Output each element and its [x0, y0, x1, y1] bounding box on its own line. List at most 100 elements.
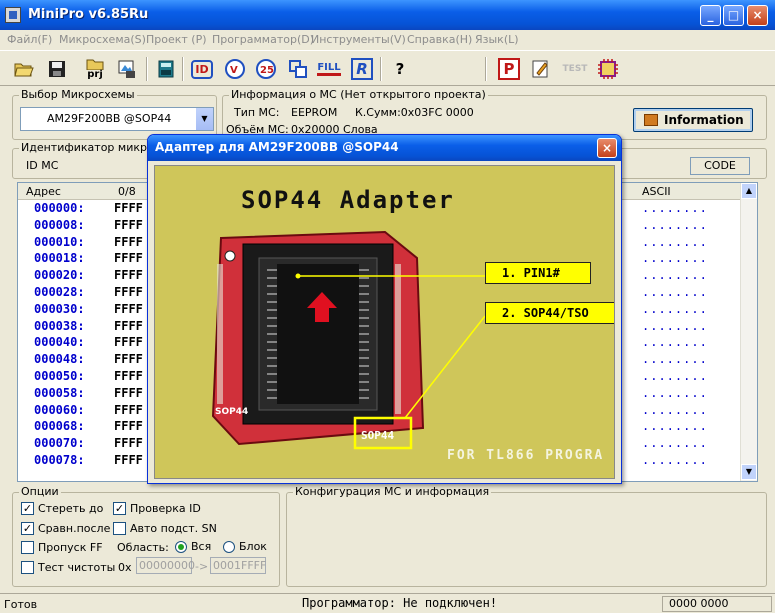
- test-icon[interactable]: TEST: [562, 56, 588, 82]
- status-counter: 0000 0000: [662, 596, 772, 612]
- open-folder-icon[interactable]: [11, 56, 37, 82]
- erase-option[interactable]: ✓ Стереть до: [21, 502, 103, 515]
- chip-info-legend: Информация о МС (Нет открытого проекта): [229, 88, 488, 101]
- chip-icon[interactable]: [595, 56, 621, 82]
- compare-label: Сравн.после: [38, 522, 111, 535]
- help-icon[interactable]: ?: [387, 56, 413, 82]
- read-id-icon[interactable]: ID: [189, 56, 215, 82]
- region-block-option[interactable]: Блок: [223, 540, 267, 553]
- config-group: Конфигурация МС и информация: [286, 485, 767, 587]
- hex-ascii: ........: [642, 318, 708, 333]
- hex-data: FFFF: [114, 402, 143, 417]
- status-ready: Готов: [4, 598, 38, 611]
- compare-checkbox[interactable]: ✓: [21, 522, 34, 535]
- hex-addr: 000000:: [34, 201, 85, 215]
- vertical-scrollbar[interactable]: ▲ ▼: [740, 183, 757, 481]
- menu-help[interactable]: Справка(H): [407, 33, 472, 46]
- save-project-icon[interactable]: [114, 56, 140, 82]
- address-from-input[interactable]: 00000000: [136, 557, 195, 574]
- skip-ff-checkbox[interactable]: [21, 541, 34, 554]
- hex-ascii: ........: [642, 436, 708, 451]
- chip-icon: [644, 114, 658, 126]
- hex-addr: 000070:: [34, 436, 85, 451]
- col-first: 0/8: [118, 185, 136, 198]
- maximize-button[interactable]: □: [723, 5, 744, 26]
- col-address: Адрес: [26, 185, 61, 198]
- save-icon[interactable]: [44, 56, 70, 82]
- hex-ascii: ........: [642, 234, 708, 249]
- blank-check-label: Тест чистоты: [38, 561, 116, 574]
- fill-icon[interactable]: FILL: [316, 56, 342, 82]
- hex-addr: 000018:: [34, 251, 85, 266]
- region-all-radio[interactable]: [175, 540, 187, 553]
- hex-ascii: ........: [642, 368, 708, 383]
- hex-data: FFFF: [114, 251, 143, 266]
- blank-check-icon[interactable]: 25: [253, 56, 279, 82]
- dialog-title: Адаптер для AM29F200BB @SOP44: [155, 140, 399, 154]
- minimize-button[interactable]: _: [700, 5, 721, 26]
- register-icon[interactable]: R: [349, 56, 375, 82]
- region-all-option[interactable]: Вся: [175, 540, 211, 553]
- chip-type-value: EEPROM: [291, 106, 338, 119]
- verify-id-checkbox[interactable]: ✓: [113, 502, 126, 515]
- hex-data: FFFF: [114, 318, 143, 333]
- hex-data: FFFF: [114, 234, 143, 249]
- chip-select-combo[interactable]: AM29F200BB @SOP44 ▼: [20, 107, 214, 131]
- col-ascii: ASCII: [642, 185, 671, 198]
- address-to-input[interactable]: 0001FFFF: [210, 557, 266, 574]
- hex-addr: 000060:: [34, 402, 85, 417]
- auto-sn-checkbox[interactable]: [113, 522, 126, 535]
- menu-tools[interactable]: Инструменты(V): [311, 33, 406, 46]
- edit-icon[interactable]: [528, 56, 554, 82]
- hex-data: FFFF: [114, 217, 143, 232]
- scroll-up-icon[interactable]: ▲: [741, 183, 757, 199]
- hex-ascii: ........: [642, 335, 708, 350]
- window-title: MiniPro v6.85Ru: [28, 7, 149, 22]
- hex-addr: 000020:: [34, 268, 85, 283]
- information-button-label: Information: [664, 113, 744, 127]
- menu-programmer[interactable]: Программатор(D): [212, 33, 314, 46]
- program-icon[interactable]: P: [496, 56, 522, 82]
- auto-sn-option[interactable]: Авто подст. SN: [113, 522, 217, 535]
- erase-checkbox[interactable]: ✓: [21, 502, 34, 515]
- verify-id-option[interactable]: ✓ Проверка ID: [113, 502, 201, 515]
- socket-label: SOP44: [361, 429, 395, 442]
- adapter-dialog: Адаптер для AM29F200BB @SOP44 × SOP44 Ad…: [147, 134, 622, 484]
- menu-project[interactable]: Проект (P): [146, 33, 207, 46]
- region-label: Область:: [117, 541, 169, 554]
- blank-check-checkbox[interactable]: [21, 561, 34, 574]
- hex-data: FFFF: [114, 284, 143, 299]
- hex-prefix: 0x: [118, 561, 132, 574]
- chevron-down-icon[interactable]: ▼: [195, 108, 213, 130]
- fill-label: FILL: [317, 62, 341, 76]
- close-button[interactable]: ×: [747, 5, 768, 26]
- blank-check-option[interactable]: Тест чистоты: [21, 561, 115, 574]
- hex-data: FFFF: [114, 335, 143, 350]
- information-button[interactable]: Information: [633, 108, 753, 132]
- hex-ascii: ........: [642, 284, 708, 299]
- hex-addr: 000030:: [34, 301, 85, 316]
- menu-language[interactable]: Язык(L): [475, 33, 519, 46]
- dialog-close-icon[interactable]: ×: [597, 138, 617, 158]
- board-label: SOP44: [215, 407, 249, 417]
- svg-text:25: 25: [260, 65, 274, 76]
- compare-option[interactable]: ✓ Сравн.после: [21, 522, 110, 535]
- chip-save-icon[interactable]: [153, 56, 179, 82]
- auto-sn-label: Авто подст. SN: [130, 522, 217, 535]
- hex-data: FFFF: [114, 385, 143, 400]
- hex-data: FFFF: [114, 201, 143, 215]
- hex-addr: 000040:: [34, 335, 85, 350]
- scroll-down-icon[interactable]: ▼: [741, 464, 757, 480]
- toolbar: prj ID V 25 FILL R ? P TEST: [0, 50, 775, 86]
- project-icon[interactable]: prj: [82, 56, 108, 82]
- chip-id-label: ID МС: [26, 159, 59, 172]
- status-programmer: Программатор: Не подключен!: [302, 596, 498, 610]
- verify-icon[interactable]: V: [222, 56, 248, 82]
- skip-ff-option[interactable]: Пропуск FF: [21, 541, 103, 554]
- title-bar: MiniPro v6.85Ru _ □ ×: [0, 0, 775, 30]
- menu-chip[interactable]: Микросхема(S): [59, 33, 146, 46]
- checksum-value: К.Сумм:0x03FC 0000: [355, 106, 474, 119]
- convert-icon[interactable]: [285, 56, 311, 82]
- region-block-radio[interactable]: [223, 540, 235, 553]
- menu-file[interactable]: Файл(F): [7, 33, 52, 46]
